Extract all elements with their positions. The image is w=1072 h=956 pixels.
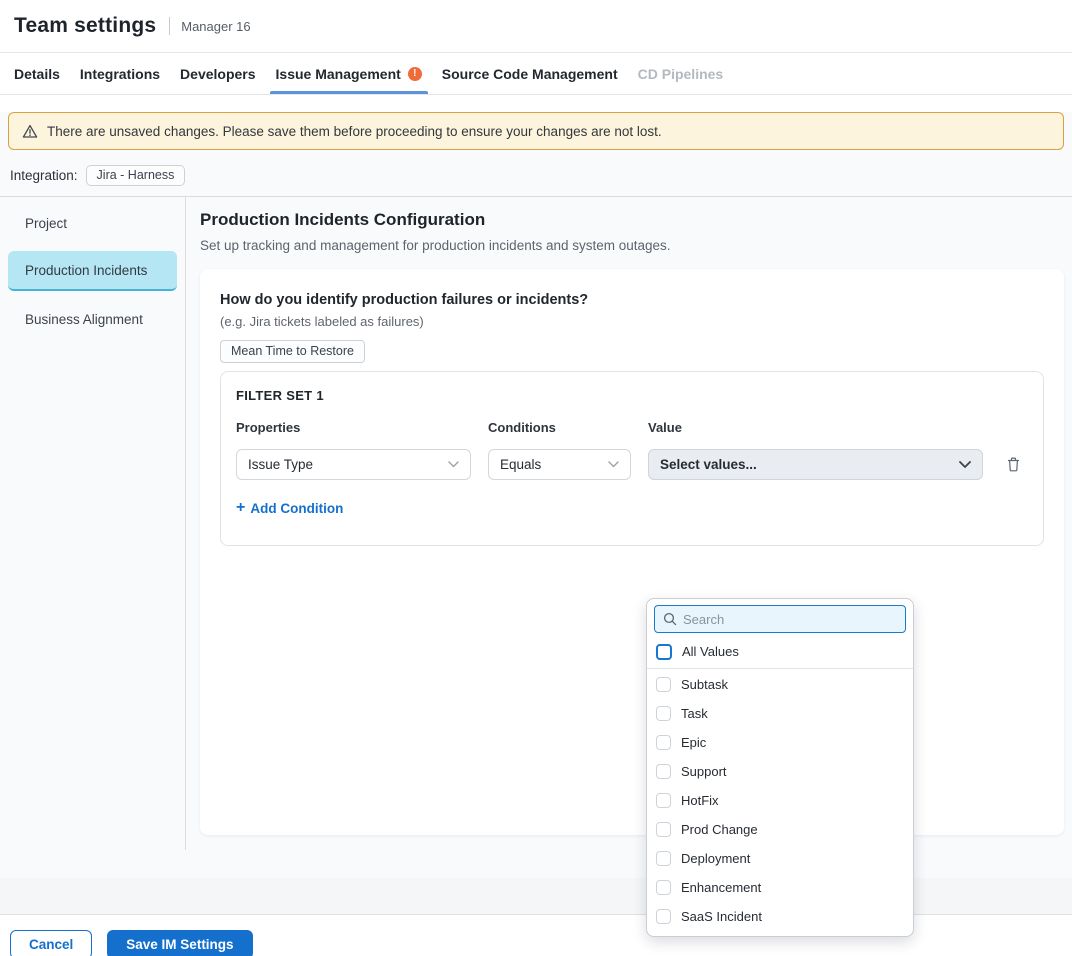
chevron-down-icon — [959, 461, 971, 469]
tab-source-code-management[interactable]: Source Code Management — [432, 53, 628, 94]
incidents-config-card: How do you identify production failures … — [200, 269, 1064, 835]
integration-chip[interactable]: Jira - Harness — [86, 165, 186, 186]
condition-select[interactable]: Equals — [488, 449, 631, 480]
chevron-down-icon — [608, 461, 619, 468]
option-label: Subtask — [681, 677, 728, 692]
save-im-settings-button[interactable]: Save IM Settings — [107, 930, 252, 956]
option-deployment[interactable]: Deployment — [647, 844, 913, 873]
option-epic[interactable]: Epic — [647, 728, 913, 757]
filter-column-headers: Properties Conditions Value — [236, 420, 1028, 435]
integration-label: Integration: — [10, 168, 78, 183]
search-icon — [663, 612, 677, 626]
page-header: Team settings Manager 16 — [0, 0, 1072, 53]
tab-cd-pipelines: CD Pipelines — [628, 53, 734, 94]
sidebar-item-production-incidents[interactable]: Production Incidents — [8, 251, 177, 291]
option-label: Epic — [681, 735, 706, 750]
conditions-column-header: Conditions — [488, 420, 648, 435]
main-panel: Production Incidents Configuration Set u… — [186, 197, 1072, 850]
tab-bar: Details Integrations Developers Issue Ma… — [0, 53, 1072, 95]
checkbox[interactable] — [656, 764, 671, 779]
tab-integrations[interactable]: Integrations — [70, 53, 170, 94]
banner-text: There are unsaved changes. Please save t… — [47, 124, 662, 139]
option-prod-change[interactable]: Prod Change — [647, 815, 913, 844]
value-column-header: Value — [648, 420, 983, 435]
option-label: SaaS Incident — [681, 909, 762, 924]
value-multiselect[interactable]: Select values... — [648, 449, 983, 480]
plus-icon: + — [236, 500, 245, 516]
checkbox[interactable] — [656, 706, 671, 721]
settings-sidebar: Project Production Incidents Business Al… — [0, 197, 186, 850]
filter-condition-row: Issue Type Equals — [236, 449, 1028, 480]
checkbox[interactable] — [656, 735, 671, 750]
sidebar-item-project[interactable]: Project — [8, 203, 177, 243]
integration-row: Integration: Jira - Harness — [10, 163, 1072, 187]
trash-icon — [1006, 456, 1021, 473]
checkbox[interactable] — [656, 851, 671, 866]
option-customer-notification[interactable]: Customer Notification — [647, 931, 913, 937]
sidebar-item-business-alignment[interactable]: Business Alignment — [8, 299, 177, 339]
content-area: There are unsaved changes. Please save t… — [0, 112, 1072, 878]
warning-badge-icon: ! — [408, 67, 422, 81]
divider — [647, 668, 913, 669]
dropdown-search-box — [654, 605, 906, 633]
option-subtask[interactable]: Subtask — [647, 670, 913, 699]
section-subtitle: Set up tracking and management for produ… — [200, 237, 1064, 254]
option-label: Prod Change — [681, 822, 758, 837]
team-name: Manager 16 — [181, 19, 250, 34]
option-hotfix[interactable]: HotFix — [647, 786, 913, 815]
checkbox[interactable] — [656, 793, 671, 808]
config-question: How do you identify production failures … — [220, 291, 1044, 309]
checkbox[interactable] — [656, 880, 671, 895]
option-label: Enhancement — [681, 880, 761, 895]
page-title: Team settings — [14, 14, 156, 38]
config-hint: (e.g. Jira tickets labeled as failures) — [220, 314, 1044, 330]
cancel-button[interactable]: Cancel — [10, 930, 92, 956]
filter-set-card: FILTER SET 1 Properties Conditions Value… — [220, 371, 1044, 546]
chevron-down-icon — [448, 461, 459, 468]
option-saas-incident[interactable]: SaaS Incident — [647, 902, 913, 931]
option-task[interactable]: Task — [647, 699, 913, 728]
checkbox[interactable] — [656, 909, 671, 924]
tab-developers[interactable]: Developers — [170, 53, 265, 94]
value-dropdown-panel: All Values Subtask Task Epic Support — [646, 598, 914, 937]
unsaved-changes-banner: There are unsaved changes. Please save t… — [8, 112, 1064, 150]
option-support[interactable]: Support — [647, 757, 913, 786]
add-condition-button[interactable]: + Add Condition — [236, 500, 343, 516]
option-enhancement[interactable]: Enhancement — [647, 873, 913, 902]
checkbox[interactable] — [656, 677, 671, 692]
checkbox[interactable] — [656, 644, 672, 660]
option-label: HotFix — [681, 793, 719, 808]
tab-details[interactable]: Details — [4, 53, 70, 94]
option-label: All Values — [682, 644, 739, 659]
metric-chip: Mean Time to Restore — [220, 340, 365, 363]
dropdown-search-input[interactable] — [683, 612, 897, 627]
delete-condition-button[interactable] — [1004, 454, 1023, 475]
property-select[interactable]: Issue Type — [236, 449, 471, 480]
title-divider — [169, 17, 170, 35]
properties-column-header: Properties — [236, 420, 488, 435]
warning-triangle-icon — [22, 124, 38, 139]
section-title: Production Incidents Configuration — [200, 210, 1064, 230]
option-label: Support — [681, 764, 727, 779]
option-label: Deployment — [681, 851, 750, 866]
dropdown-option-list: Subtask Task Epic Support HotFix Prod Ch… — [647, 670, 913, 937]
select-all-option[interactable]: All Values — [647, 637, 913, 666]
tab-issue-management[interactable]: Issue Management ! — [266, 53, 432, 94]
option-label: Task — [681, 706, 708, 721]
filter-set-title: FILTER SET 1 — [236, 388, 1028, 403]
checkbox[interactable] — [656, 822, 671, 837]
